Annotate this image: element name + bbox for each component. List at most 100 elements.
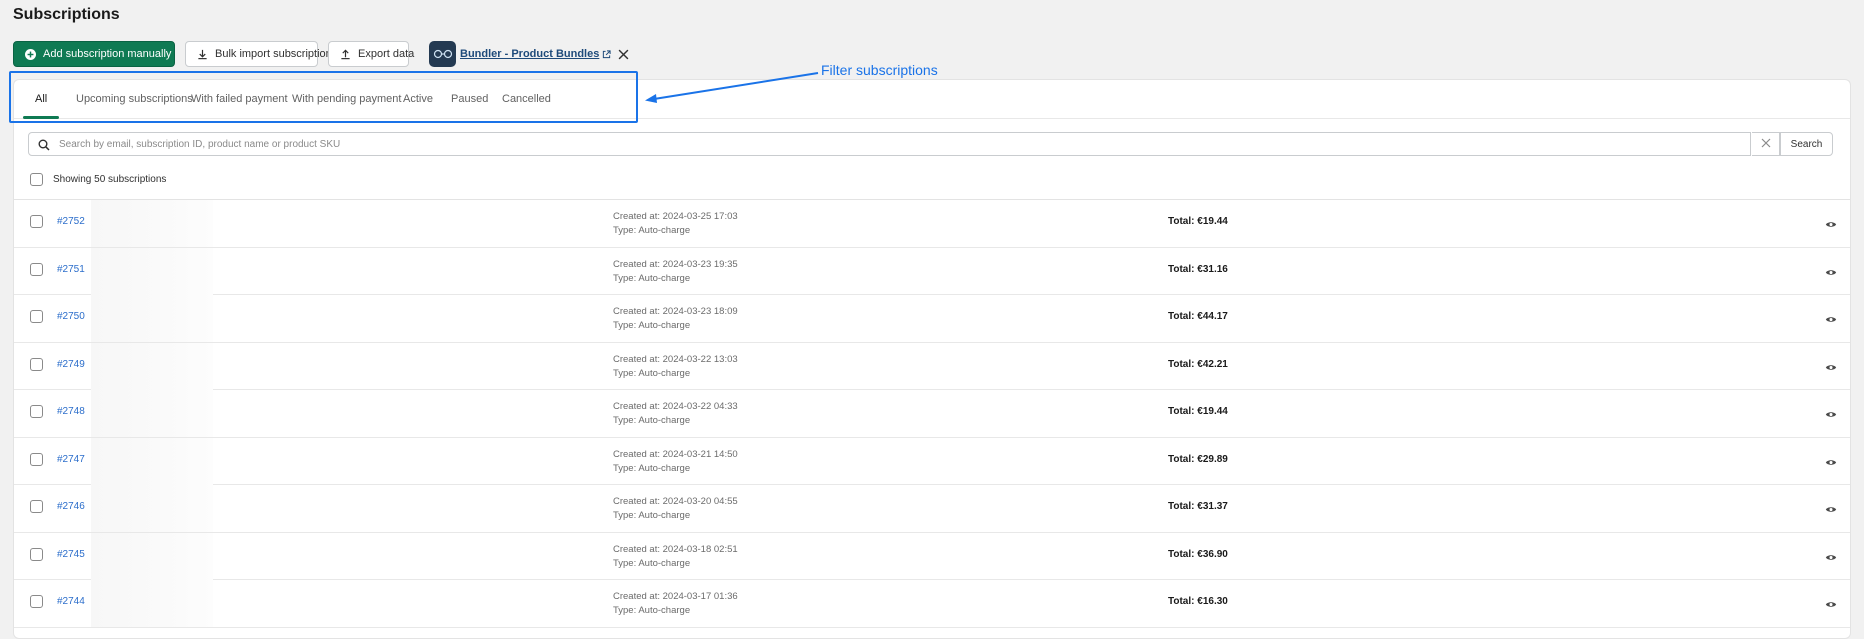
clear-icon [1761, 135, 1771, 153]
table-row: #2748 Created at: 2024-03-22 04:33 Type: … [14, 390, 1850, 438]
eye-icon[interactable] [1825, 454, 1837, 472]
created-at: Created at: 2024-03-25 17:03 [613, 211, 738, 222]
table-row: #2751 Created at: 2024-03-23 19:35 Type: … [14, 247, 1850, 295]
bulk-import-button[interactable]: Bulk import subscriptions [185, 41, 337, 67]
table-row: #2752 Created at: 2024-03-25 17:03 Type: … [14, 200, 1850, 248]
subscription-id-link[interactable]: #2749 [57, 359, 85, 370]
eye-icon[interactable] [1825, 359, 1837, 377]
redacted-customer [91, 532, 213, 580]
subscription-meta: Created at: 2024-03-25 17:03 Type: Auto-c… [613, 210, 738, 238]
subscription-id-link[interactable]: #2747 [57, 454, 85, 465]
created-at: Created at: 2024-03-20 04:55 [613, 496, 738, 507]
tab-paused[interactable]: Paused [451, 80, 488, 119]
subscription-id-link[interactable]: #2745 [57, 549, 85, 560]
tab-failed-payment[interactable]: With failed payment [191, 80, 288, 119]
tab-upcoming[interactable]: Upcoming subscriptions [76, 80, 193, 119]
eye-icon[interactable] [1825, 264, 1837, 282]
close-icon[interactable] [618, 49, 629, 60]
row-checkbox[interactable] [30, 405, 43, 418]
created-at: Created at: 2024-03-23 19:35 [613, 258, 738, 270]
created-at: Created at: 2024-03-17 01:36 [613, 591, 738, 602]
clear-search-button[interactable] [1752, 132, 1780, 156]
created-at: Created at: 2024-03-23 18:09 [613, 306, 738, 317]
redacted-customer [91, 485, 213, 532]
add-subscription-label: Add subscription manually [43, 48, 172, 60]
subscription-type: Type: Auto-charge [613, 272, 691, 284]
subscription-total: Total: €42.21 [1168, 358, 1228, 370]
row-checkbox[interactable] [30, 452, 43, 466]
subscription-id-link[interactable]: #2751 [57, 264, 85, 275]
table-row: #2749 Created at: 2024-03-22 13:03 Type: … [14, 342, 1850, 390]
redacted-customer [91, 247, 213, 295]
export-data-button[interactable]: Export data [328, 41, 414, 67]
external-link-icon[interactable] [602, 49, 611, 59]
eye-icon[interactable] [1825, 311, 1837, 329]
select-all-row: Showing 50 subscriptions [30, 173, 166, 186]
toolbar: Add subscription manually Bulk import su… [13, 41, 629, 67]
subscription-id-link[interactable]: #2750 [57, 311, 85, 322]
plus-circle-icon [25, 48, 36, 60]
eye-icon[interactable] [1825, 406, 1837, 424]
row-checkbox[interactable] [30, 262, 43, 276]
subscription-id-link[interactable]: #2748 [57, 406, 85, 417]
row-checkbox[interactable] [30, 547, 43, 561]
subscription-id-link[interactable]: #2752 [57, 216, 85, 227]
add-subscription-button[interactable]: Add subscription manually [13, 41, 175, 67]
select-all-checkbox[interactable] [30, 173, 43, 186]
tab-cancelled[interactable]: Cancelled [502, 80, 551, 119]
bulk-import-label: Bulk import subscriptions [215, 48, 338, 60]
redacted-customer [91, 295, 213, 342]
search-icon [38, 138, 50, 156]
row-checkbox[interactable] [30, 595, 43, 608]
search-input[interactable] [57, 136, 1737, 152]
subscription-total: Total: €16.30 [1168, 596, 1228, 607]
app-logo-icon [429, 41, 456, 67]
row-checkbox[interactable] [30, 215, 43, 228]
subscription-meta: Created at: 2024-03-20 04:55 Type: Auto-c… [613, 495, 738, 523]
table-row: #2745 Created at: 2024-03-18 02:51 Type: … [14, 532, 1850, 580]
table-row: #2744 Created at: 2024-03-17 01:36 Type: … [14, 580, 1850, 628]
tab-pending-payment[interactable]: With pending payment [292, 80, 401, 119]
row-checkbox[interactable] [30, 310, 43, 323]
subscription-type: Type: Auto-charge [613, 557, 691, 569]
filter-tabs: All Upcoming subscriptions With failed p… [14, 80, 1850, 119]
subscription-meta: Created at: 2024-03-17 01:36 Type: Auto-c… [613, 590, 738, 618]
subscription-id-link[interactable]: #2744 [57, 596, 85, 607]
tab-all[interactable]: All [35, 80, 47, 119]
subscription-total: Total: €31.37 [1168, 501, 1228, 512]
eye-icon[interactable] [1825, 501, 1837, 519]
table-row: #2747 Created at: 2024-03-21 14:50 Type: … [14, 437, 1850, 485]
row-checkbox[interactable] [30, 357, 43, 371]
search-field [28, 132, 1751, 156]
eye-icon[interactable] [1825, 216, 1837, 234]
subscription-meta: Created at: 2024-03-23 19:35 Type: Auto-c… [613, 258, 738, 286]
eye-icon[interactable] [1825, 549, 1837, 567]
subscription-meta: Created at: 2024-03-22 13:03 Type: Auto-c… [613, 353, 738, 381]
subscription-count: Showing 50 subscriptions [53, 174, 167, 185]
created-at: Created at: 2024-03-21 14:50 [613, 448, 738, 460]
subscription-id-link[interactable]: #2746 [57, 501, 85, 512]
redacted-customer [91, 437, 213, 485]
active-tab-indicator [23, 116, 59, 119]
subscription-type: Type: Auto-charge [613, 367, 691, 379]
eye-icon[interactable] [1825, 596, 1837, 614]
subscription-total: Total: €44.17 [1168, 311, 1228, 322]
search-button[interactable]: Search [1780, 132, 1833, 156]
created-at: Created at: 2024-03-18 02:51 [613, 543, 738, 555]
download-icon [197, 49, 208, 60]
app-chip: Bundler - Product Bundles [429, 41, 629, 67]
subscription-total: Total: €31.16 [1168, 263, 1228, 275]
table-row: #2750 Created at: 2024-03-23 18:09 Type: … [14, 295, 1850, 343]
table-row: #2746 Created at: 2024-03-20 04:55 Type: … [14, 485, 1850, 533]
subscription-type: Type: Auto-charge [613, 320, 691, 331]
subscription-meta: Created at: 2024-03-18 02:51 Type: Auto-c… [613, 543, 738, 571]
created-at: Created at: 2024-03-22 04:33 [613, 401, 738, 412]
redacted-customer [91, 200, 213, 247]
row-checkbox[interactable] [30, 500, 43, 513]
subscription-total: Total: €19.44 [1168, 406, 1228, 417]
app-link[interactable]: Bundler - Product Bundles [460, 48, 599, 60]
page-title: Subscriptions [13, 6, 120, 23]
subscription-list: #2752 Created at: 2024-03-25 17:03 Type: … [14, 200, 1850, 628]
subscription-type: Type: Auto-charge [613, 225, 691, 236]
tab-active[interactable]: Active [403, 80, 433, 119]
